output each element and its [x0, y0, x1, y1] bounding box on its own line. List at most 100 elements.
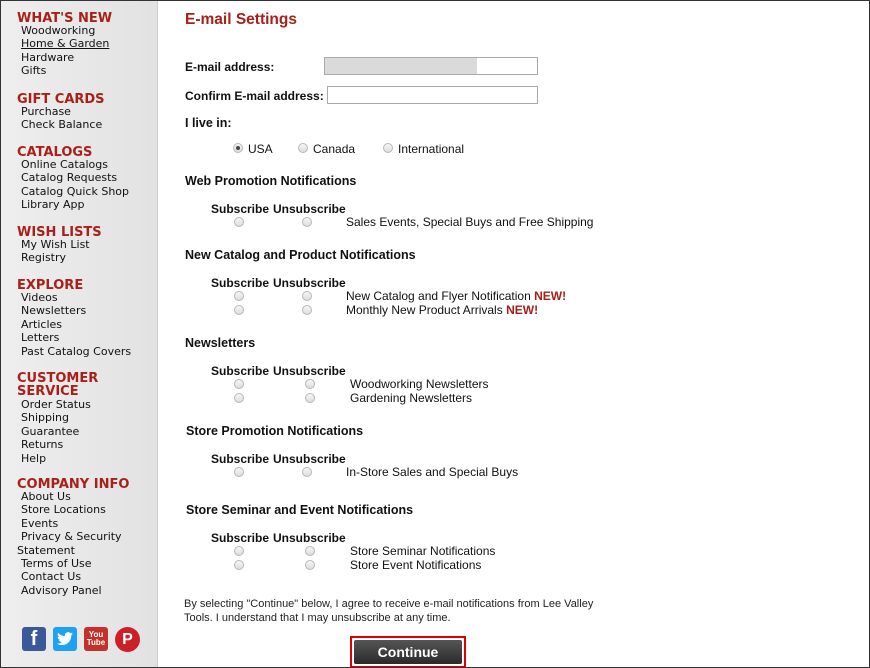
sidebar: WHAT'S NEW Woodworking Home & Garden Har…: [1, 1, 158, 667]
option-label-seminar-notifications: Store Seminar Notifications: [350, 544, 496, 558]
unsubscribe-radio-in-store-sales[interactable]: [302, 467, 312, 477]
sidebar-item-events[interactable]: Events: [17, 517, 155, 530]
sidebar-section-company-info: COMPANY INFO About Us Store Locations Ev…: [17, 478, 155, 597]
unsubscribe-radio-new-product-arrivals[interactable]: [302, 305, 312, 315]
option-label-new-product-arrivals: Monthly New Product Arrivals NEW!: [346, 303, 538, 317]
sidebar-item-advisory-panel[interactable]: Advisory Panel: [17, 584, 155, 597]
subscribe-radio-event-notifications[interactable]: [234, 560, 244, 570]
page-title: E-mail Settings: [185, 11, 297, 28]
country-label-canada: Canada: [313, 142, 356, 156]
new-badge: NEW!: [534, 289, 567, 303]
option-text: Monthly New Product Arrivals: [346, 303, 503, 317]
option-label-in-store-sales: In-Store Sales and Special Buys: [346, 465, 519, 479]
sidebar-item-privacy-statement[interactable]: Statement: [17, 544, 155, 557]
web-promotion-heading: Web Promotion Notifications: [185, 174, 357, 188]
pinterest-icon[interactable]: P: [115, 627, 140, 652]
new-catalog-heading: New Catalog and Product Notifications: [185, 248, 416, 262]
unsubscribe-radio-seminar-notifications[interactable]: [305, 546, 315, 556]
sidebar-item-returns[interactable]: Returns: [17, 438, 155, 451]
store-promotion-heading: Store Promotion Notifications: [186, 424, 364, 438]
section-title: GIFT CARDS: [17, 92, 105, 107]
section-title: CUSTOMER SERVICE: [17, 371, 99, 399]
subscribe-radio-new-product-arrivals[interactable]: [234, 305, 244, 315]
sidebar-item-registry[interactable]: Registry: [17, 251, 155, 264]
sidebar-item-newsletters[interactable]: Newsletters: [17, 304, 155, 317]
newsletters-heading: Newsletters: [185, 336, 256, 350]
sidebar-item-online-catalogs[interactable]: Online Catalogs: [17, 158, 155, 171]
sidebar-item-home-garden[interactable]: Home & Garden: [17, 37, 155, 50]
sidebar-section-whats-new: WHAT'S NEW Woodworking Home & Garden Har…: [17, 11, 155, 78]
sidebar-item-past-catalog-covers[interactable]: Past Catalog Covers: [17, 345, 155, 358]
sidebar-item-order-status[interactable]: Order Status: [17, 398, 155, 411]
youtube-icon[interactable]: You Tube: [84, 627, 108, 651]
unsubscribe-radio-sales-events[interactable]: [302, 217, 312, 227]
sidebar-item-help[interactable]: Help: [17, 452, 155, 465]
sidebar-item-hardware[interactable]: Hardware: [17, 51, 155, 64]
unsubscribe-radio-woodworking-newsletters[interactable]: [305, 379, 315, 389]
country-label-usa: USA: [248, 142, 273, 156]
option-label-event-notifications: Store Event Notifications: [350, 558, 482, 572]
subscribe-column-header: Subscribe: [211, 202, 270, 216]
section-title: EXPLORE: [17, 278, 84, 293]
sidebar-item-terms-of-use[interactable]: Terms of Use: [17, 557, 155, 570]
sidebar-section-catalogs: CATALOGS Online Catalogs Catalog Request…: [17, 145, 155, 212]
sidebar-item-letters[interactable]: Letters: [17, 331, 155, 344]
subscribe-radio-gardening-newsletters[interactable]: [234, 393, 244, 403]
subscribe-column-header: Subscribe: [211, 364, 270, 378]
sidebar-item-purchase[interactable]: Purchase: [17, 105, 155, 118]
subscribe-radio-in-store-sales[interactable]: [234, 467, 244, 477]
sidebar-item-guarantee[interactable]: Guarantee: [17, 425, 155, 438]
twitter-icon[interactable]: [53, 627, 77, 651]
store-seminar-heading: Store Seminar and Event Notifications: [186, 503, 414, 517]
sidebar-item-privacy-security[interactable]: Privacy & Security: [17, 530, 155, 543]
subscribe-radio-sales-events[interactable]: [234, 217, 244, 227]
continue-button-highlight: Continue: [350, 636, 466, 667]
sidebar-item-shipping[interactable]: Shipping: [17, 411, 155, 424]
sidebar-item-check-balance[interactable]: Check Balance: [17, 118, 155, 131]
confirm-email-field[interactable]: [327, 86, 538, 104]
subscribe-column-header: Subscribe: [211, 531, 270, 545]
sidebar-section-wish-lists: WISH LISTS My Wish List Registry: [17, 226, 155, 265]
sidebar-item-contact-us[interactable]: Contact Us: [17, 570, 155, 583]
sidebar-item-videos[interactable]: Videos: [17, 291, 155, 304]
sidebar-item-woodworking[interactable]: Woodworking: [17, 24, 155, 37]
subscribe-column-header: Subscribe: [211, 276, 270, 290]
sidebar-item-catalog-requests[interactable]: Catalog Requests: [17, 171, 155, 184]
subscribe-radio-catalog-flyer[interactable]: [234, 291, 244, 301]
country-radio-international[interactable]: [383, 143, 393, 153]
sidebar-item-articles[interactable]: Articles: [17, 318, 155, 331]
twitter-bird-icon: [57, 632, 73, 646]
country-radio-canada[interactable]: [298, 143, 308, 153]
confirm-email-label: Confirm E-mail address:: [185, 89, 324, 103]
redacted-email: [325, 58, 477, 74]
sidebar-item-catalog-quick-shop[interactable]: Catalog Quick Shop: [17, 185, 155, 198]
unsubscribe-column-header: Unsubscribe: [273, 202, 346, 216]
sidebar-item-library-app[interactable]: Library App: [17, 198, 155, 211]
facebook-icon[interactable]: f: [22, 627, 46, 651]
subscribe-radio-woodworking-newsletters[interactable]: [234, 379, 244, 389]
section-title: WHAT'S NEW: [17, 11, 113, 26]
consent-text: By selecting "Continue" below, I agree t…: [184, 598, 594, 624]
main-content: E-mail Settings E-mail address: Confirm …: [158, 1, 868, 667]
option-text: New Catalog and Flyer Notification: [346, 289, 531, 303]
country-radio-usa[interactable]: [233, 143, 243, 153]
email-field[interactable]: [324, 57, 538, 75]
section-title: CATALOGS: [17, 145, 93, 160]
sidebar-section-gift-cards: GIFT CARDS Purchase Check Balance: [17, 92, 155, 132]
unsubscribe-radio-catalog-flyer[interactable]: [302, 291, 312, 301]
unsubscribe-column-header: Unsubscribe: [273, 531, 346, 545]
sidebar-item-store-locations[interactable]: Store Locations: [17, 503, 155, 516]
unsubscribe-column-header: Unsubscribe: [273, 276, 346, 290]
subscribe-radio-seminar-notifications[interactable]: [234, 546, 244, 556]
sidebar-item-about-us[interactable]: About Us: [17, 490, 155, 503]
unsubscribe-column-header: Unsubscribe: [273, 364, 346, 378]
unsubscribe-column-header: Unsubscribe: [273, 452, 346, 466]
unsubscribe-radio-gardening-newsletters[interactable]: [305, 393, 315, 403]
option-label-catalog-flyer: New Catalog and Flyer Notification NEW!: [346, 289, 566, 303]
sidebar-section-customer-service: CUSTOMER SERVICE Order Status Shipping G…: [17, 371, 155, 465]
sidebar-item-gifts[interactable]: Gifts: [17, 64, 155, 77]
sidebar-item-my-wish-list[interactable]: My Wish List: [17, 238, 155, 251]
social-links: f You Tube P: [22, 627, 140, 652]
unsubscribe-radio-event-notifications[interactable]: [305, 560, 315, 570]
continue-button[interactable]: Continue: [354, 640, 462, 664]
